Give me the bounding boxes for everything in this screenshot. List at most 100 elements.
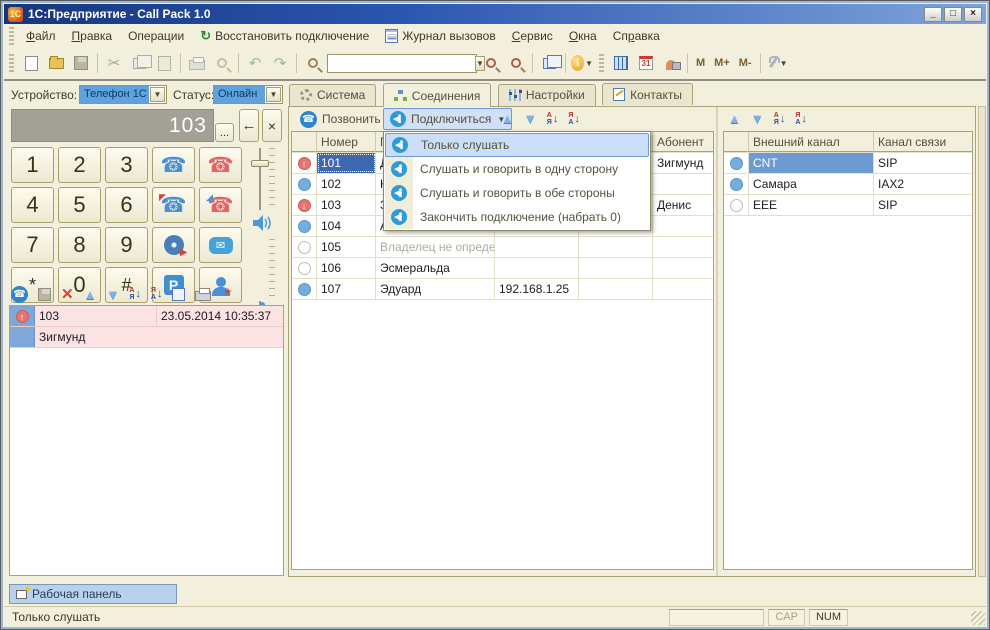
transfer-hangup-button[interactable]: ☎◢ — [199, 187, 242, 223]
calculator-button[interactable] — [610, 52, 632, 74]
m-minus-button[interactable]: M- — [736, 55, 755, 71]
channels-table[interactable]: Внешний канал Канал связи CNT SIP Самара… — [723, 131, 973, 570]
menu-item-listen-only[interactable]: ◀▌ Только слушать — [385, 133, 649, 157]
backspace-button[interactable]: ← — [239, 109, 259, 142]
conn-sort-desc-icon[interactable]: ЯА↓ — [568, 112, 580, 126]
call-log-number[interactable]: 103 — [35, 306, 157, 326]
m-plus-button[interactable]: M+ — [711, 55, 733, 71]
chan-row-cnt[interactable]: CNT SIP — [724, 153, 972, 174]
key-7[interactable]: 7 — [11, 227, 54, 263]
status-select[interactable]: Онлайн ▼ — [213, 85, 283, 104]
status-dropdown-arrow[interactable]: ▼ — [266, 87, 281, 102]
key-3[interactable]: 3 — [105, 147, 148, 183]
info-button[interactable]: i▼ — [571, 52, 593, 74]
calendar-button[interactable]: 31 — [635, 52, 657, 74]
conn-row-107[interactable]: 107 Эдуард 192.168.1.25 — [292, 279, 713, 300]
key-8[interactable]: 8 — [58, 227, 101, 263]
key-4[interactable]: 4 — [11, 187, 54, 223]
user-permissions-button[interactable] — [660, 52, 682, 74]
m-button[interactable]: M — [693, 55, 708, 71]
open-button[interactable] — [45, 52, 67, 74]
key-6[interactable]: 6 — [105, 187, 148, 223]
windows-button[interactable] — [538, 52, 560, 74]
conn-move-up-icon[interactable]: ▲ — [501, 111, 514, 126]
panel-splitter[interactable] — [716, 107, 718, 576]
menu-help[interactable]: Справка — [606, 27, 667, 45]
resize-grip[interactable] — [971, 611, 985, 625]
conn-row-106[interactable]: 106 Эсмеральда — [292, 258, 713, 279]
settings-button[interactable]: ▼ — [766, 52, 788, 74]
search-button[interactable] — [302, 52, 324, 74]
dial-icon[interactable]: ☎ — [11, 286, 28, 303]
chan-sort-desc-icon[interactable]: ЯА↓ — [795, 112, 807, 126]
preview-button[interactable] — [211, 52, 233, 74]
call-log-selector[interactable]: ↑ — [10, 306, 35, 326]
maximize-button[interactable]: □ — [944, 7, 962, 22]
record-button[interactable] — [152, 227, 195, 263]
minimize-button[interactable]: _ — [924, 7, 942, 22]
col-external-channel[interactable]: Внешний канал — [749, 132, 874, 152]
conn-row-105[interactable]: 105 Владелец не определ... — [292, 237, 713, 258]
col-channel-type[interactable]: Канал связи — [874, 132, 972, 152]
menu-file[interactable]: Файл — [19, 27, 63, 45]
message-button[interactable]: ✉ — [199, 227, 242, 263]
tab-settings[interactable]: Настройки — [498, 84, 596, 106]
menu-item-listen-talk-one-way[interactable]: ◀▌ Слушать и говорить в одну сторону — [385, 157, 649, 181]
key-9[interactable]: 9 — [105, 227, 148, 263]
redo-button[interactable]: ↷ — [269, 52, 291, 74]
properties-icon[interactable] — [172, 288, 185, 301]
device-select[interactable]: Телефон 1С ▼ — [79, 85, 167, 104]
undo-button[interactable]: ↶ — [244, 52, 266, 74]
workspace-panel-tab[interactable]: Рабочая панель — [9, 584, 177, 604]
chan-row-samara[interactable]: Самара IAX2 — [724, 174, 972, 195]
call-log-row[interactable]: ↑ 103 23.05.2014 10:35:37 — [10, 306, 283, 327]
transfer-answer-button[interactable]: ☎◤ — [152, 187, 195, 223]
find-prev-button[interactable] — [505, 52, 527, 74]
copy-button[interactable] — [128, 52, 150, 74]
new-document-button[interactable] — [20, 52, 42, 74]
cut-button[interactable]: ✂ — [103, 52, 125, 74]
connect-action-button[interactable]: ◀▌ Подключиться ▼ — [383, 108, 512, 130]
call-log-row-2[interactable]: Зигмунд — [10, 327, 283, 348]
conn-move-down-icon[interactable]: ▼ — [524, 111, 537, 126]
move-down-icon[interactable]: ▼ — [106, 287, 119, 302]
sort-asc-icon[interactable]: АЯ↓ — [129, 287, 141, 301]
print-button[interactable] — [186, 52, 208, 74]
call-log-selector-2[interactable] — [10, 327, 35, 347]
title-bar[interactable]: 1С 1С:Предприятие - Call Pack 1.0 _ □ × — [4, 4, 986, 24]
col-number[interactable]: Номер — [317, 132, 376, 152]
settings-dropdown-arrow[interactable]: ▼ — [780, 59, 788, 68]
find-next-button[interactable] — [480, 52, 502, 74]
sort-desc-icon[interactable]: ЯА↓ — [151, 287, 163, 301]
chan-move-down-icon[interactable]: ▼ — [751, 111, 764, 126]
print-list-icon[interactable] — [195, 291, 211, 301]
close-button[interactable]: × — [964, 7, 982, 22]
answer-button[interactable]: ☎ — [152, 147, 195, 183]
chan-row-eee[interactable]: EEE SIP — [724, 195, 972, 216]
volume-slider[interactable] — [259, 148, 261, 210]
clear-button[interactable]: × — [262, 109, 282, 142]
memorize-icon[interactable] — [38, 288, 51, 301]
toolbar-grip[interactable] — [9, 54, 14, 72]
call-log-list[interactable]: ↑ 103 23.05.2014 10:35:37 Зигмунд — [9, 305, 284, 576]
call-log-datetime[interactable]: 23.05.2014 10:35:37 — [157, 306, 283, 326]
side-strip[interactable] — [978, 106, 986, 577]
menu-restore-connection[interactable]: ↻ Восстановить подключение — [193, 26, 376, 46]
call-action-button[interactable]: ☎ Позвонить — [294, 108, 387, 130]
conn-sort-asc-icon[interactable]: АЯ↓ — [547, 112, 559, 126]
volume-slider-thumb[interactable] — [251, 160, 269, 167]
menubar-grip[interactable] — [9, 27, 14, 45]
info-dropdown-arrow[interactable]: ▼ — [585, 59, 593, 68]
display-more-button[interactable]: ... — [215, 123, 234, 142]
paste-button[interactable] — [153, 52, 175, 74]
col-abonent[interactable]: Абонент — [653, 132, 713, 152]
tab-contacts[interactable]: Контакты — [602, 83, 693, 105]
call-log-name[interactable]: Зигмунд — [35, 327, 283, 347]
key-2[interactable]: 2 — [58, 147, 101, 183]
tab-system[interactable]: Система — [289, 84, 376, 106]
chan-sort-asc-icon[interactable]: АЯ↓ — [774, 112, 786, 126]
move-up-icon[interactable]: ▲ — [84, 287, 97, 302]
menu-service[interactable]: Сервис — [505, 27, 560, 45]
menu-call-journal[interactable]: Журнал вызовов — [378, 27, 502, 45]
save-button[interactable] — [70, 52, 92, 74]
